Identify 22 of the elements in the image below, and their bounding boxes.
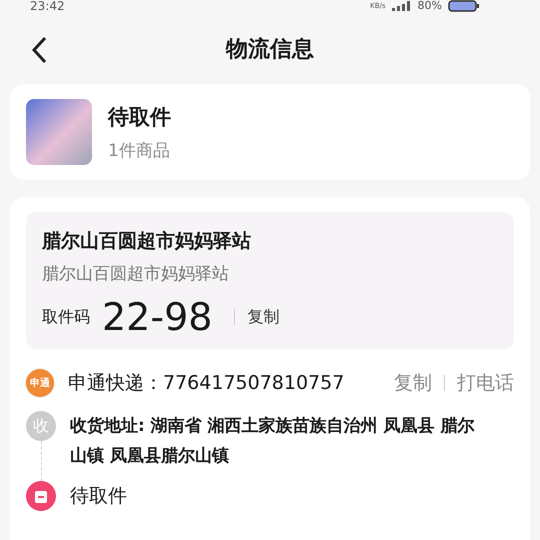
tracking-number: 申通快递：776417507810757 bbox=[68, 371, 346, 396]
timeline-text: 待取件 bbox=[70, 484, 127, 509]
code-label: 取件码 bbox=[42, 306, 90, 328]
battery-percent: 80% bbox=[418, 0, 442, 12]
back-icon[interactable] bbox=[31, 36, 47, 64]
photo-placeholder bbox=[26, 99, 92, 165]
courier-logo: 申通 bbox=[26, 369, 54, 397]
battery-icon bbox=[448, 0, 480, 12]
package-status: 待取件 bbox=[108, 104, 171, 130]
call-link[interactable]: 打电话 bbox=[457, 370, 514, 396]
page-title: 物流信息 bbox=[226, 36, 314, 64]
package-icon bbox=[26, 481, 56, 511]
timeline-text: 收货地址: 湖南省 湘西土家族苗族自治州 凤凰县 腊尔山镇 凤凰县腊尔山镇 bbox=[70, 415, 476, 468]
signal-icon bbox=[392, 1, 412, 11]
station-name: 腊尔山百圆超市妈妈驿站 bbox=[42, 229, 252, 254]
station-address: 腊尔山百圆超市妈妈驿站 bbox=[42, 263, 230, 285]
status-time: 23:42 bbox=[30, 0, 65, 12]
pickup-code: 22-98 bbox=[102, 295, 212, 339]
copy-link[interactable]: 复制 bbox=[394, 370, 432, 396]
item-count: 1件商品 bbox=[108, 140, 171, 162]
copy-link[interactable]: 复制 bbox=[247, 306, 280, 328]
package-card[interactable]: 待取件 1件商品 bbox=[10, 84, 530, 180]
